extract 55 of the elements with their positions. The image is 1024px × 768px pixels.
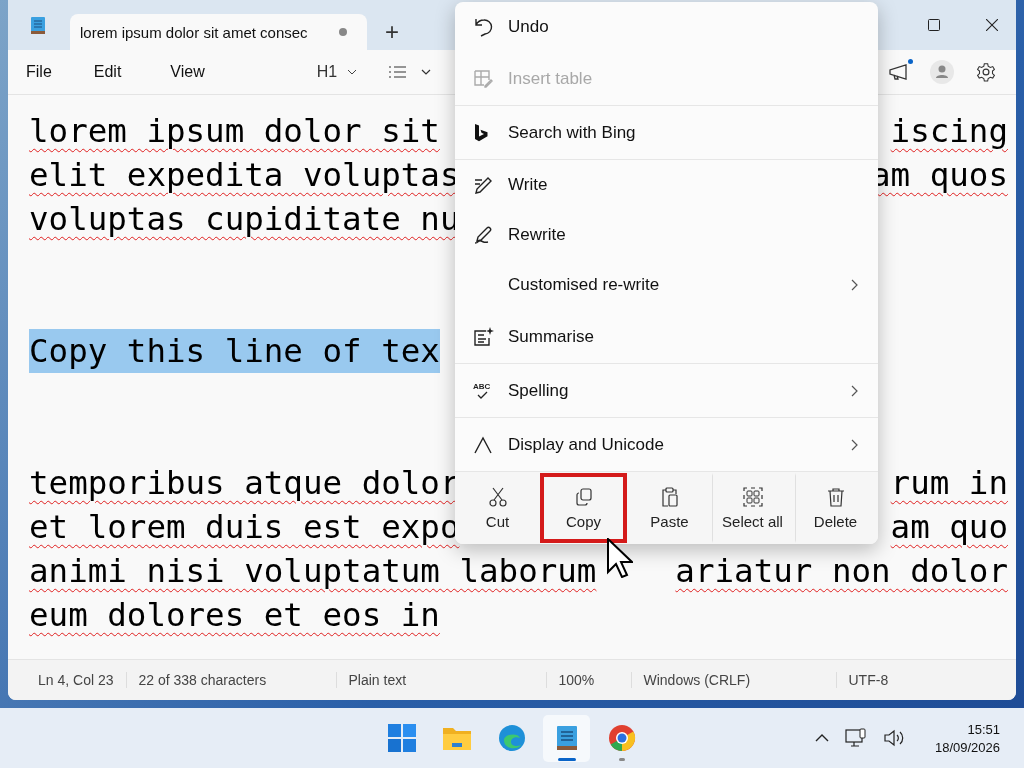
network-icon[interactable] [844, 728, 867, 748]
status-item: Ln 4, Col 23 [37, 672, 115, 688]
status-item: Windows (CRLF) [630, 672, 836, 688]
status-item: 22 of 338 characters [125, 672, 336, 688]
close-icon[interactable] [986, 19, 998, 31]
menu-action-button[interactable]: Copy [540, 473, 627, 543]
menu-option[interactable]: ABC Spelling [455, 364, 878, 418]
table-icon [473, 68, 493, 89]
trash-icon [825, 486, 846, 507]
menu-action-button[interactable]: Select all [712, 473, 795, 543]
chevron-down-icon [347, 69, 358, 75]
account-icon[interactable] [930, 60, 954, 84]
text-line: rum in [890, 463, 1008, 504]
maximize-icon[interactable] [928, 19, 940, 31]
menu-item[interactable]: View [162, 57, 213, 87]
document-tab[interactable]: lorem ipsum dolor sit amet consec [70, 14, 367, 50]
menu-item[interactable]: Edit [85, 57, 130, 87]
clock-date[interactable]: 18/09/2026 [934, 739, 1000, 755]
copy-icon [573, 486, 594, 507]
notepad-icon [30, 15, 46, 35]
chevron-right-icon [851, 384, 858, 397]
undo-icon [473, 17, 493, 37]
text-line: ariatur non dolor [675, 551, 1008, 592]
scissors-icon [487, 486, 508, 507]
select-all-icon [742, 486, 763, 507]
menu-action-button[interactable]: Paste [627, 473, 712, 543]
bing-logo-icon [473, 122, 489, 143]
menu-option[interactable]: Rewrite [455, 210, 878, 260]
menu-action-button[interactable]: Delete [795, 473, 878, 543]
text-line: iscing [890, 111, 1008, 152]
taskbar-app-icon[interactable] [543, 714, 590, 762]
clipboard-icon [659, 486, 680, 507]
text-line: animi nisi voluptatum laborum [29, 551, 597, 592]
menu-item[interactable]: File [18, 57, 60, 87]
chevron-right-icon [851, 279, 858, 291]
text-line: lorem ipsum dolor sit [29, 111, 440, 152]
menu-option[interactable]: Summarise [455, 310, 878, 364]
sparkle-document-icon [473, 326, 495, 347]
text-line: eum dolores et eos in [29, 595, 440, 636]
status-item: Plain text [335, 672, 546, 688]
caret-symbol-icon [473, 434, 493, 455]
menu-option[interactable]: Undo [455, 2, 878, 52]
settings-icon[interactable] [976, 62, 996, 82]
status-item: 100% [545, 672, 631, 688]
text-line: am quo [890, 507, 1008, 548]
volume-icon[interactable] [882, 729, 905, 747]
heading-dropdown[interactable]: H1 [310, 62, 364, 82]
menu-option[interactable]: Customised re-write [455, 260, 878, 310]
status-item: UTF-8 [835, 672, 901, 688]
clock-time[interactable]: 15:51 [967, 721, 1000, 737]
new-tab-button[interactable]: + [381, 18, 403, 46]
chevron-right-icon [851, 438, 858, 451]
selected-text: Copy this line of tex [29, 329, 440, 373]
menu-option[interactable]: Search with Bing [455, 106, 878, 160]
chevron-up-icon[interactable] [814, 734, 829, 742]
